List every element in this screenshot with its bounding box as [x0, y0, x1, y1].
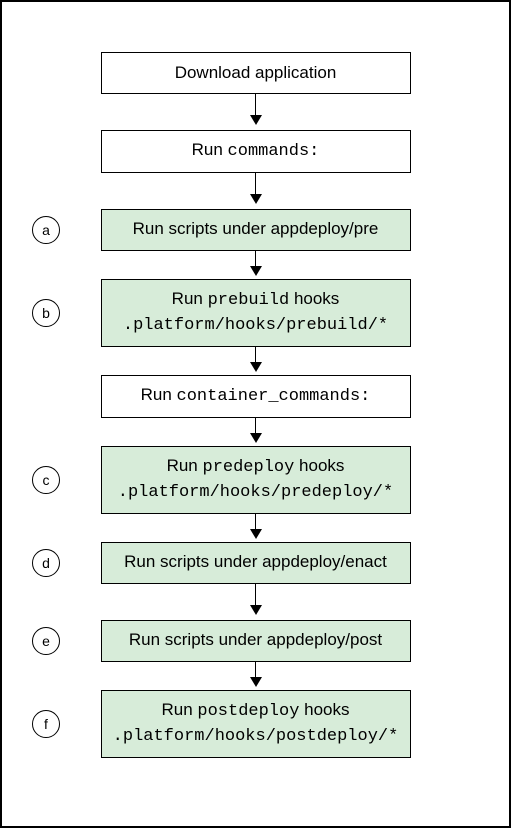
step-text-line: .platform/hooks/prebuild/* [123, 313, 388, 338]
code-text: prebuild [208, 291, 290, 310]
step-box: Run predeploy hooks .platform/hooks/prede… [101, 446, 411, 514]
plain-text: Run scripts under appdeploy/post [129, 630, 382, 649]
step-text-line: Run container_commands: [141, 384, 371, 409]
step-text-line: .platform/hooks/postdeploy/* [113, 724, 399, 749]
step-box: Run container_commands: [101, 375, 411, 418]
step-text-line: Run prebuild hooks [172, 288, 340, 313]
plain-text: Run [172, 289, 208, 308]
flow-row: Run container_commands: [2, 375, 509, 418]
code-text: predeploy [203, 458, 295, 477]
arrow-down-icon [250, 94, 262, 130]
step-text-line: Download application [175, 62, 337, 85]
step-label-circle: c [32, 466, 60, 494]
flow-row: d Run scripts under appdeploy/enact [2, 542, 509, 584]
step-label-circle: f [32, 710, 60, 738]
plain-text: Run scripts under appdeploy/enact [124, 552, 387, 571]
plain-text: Run scripts under appdeploy/pre [133, 219, 379, 238]
step-text-line: Run scripts under appdeploy/enact [124, 551, 387, 574]
step-text-line: .platform/hooks/predeploy/* [118, 480, 393, 505]
flow-row: Download application [2, 52, 509, 94]
arrow-down-icon [250, 418, 262, 446]
step-text-line: Run commands: [192, 139, 320, 164]
code-text: postdeploy [197, 702, 299, 721]
plain-text: Download application [175, 63, 337, 82]
plain-text: hooks [299, 700, 349, 719]
flow-row: Run commands: [2, 130, 509, 173]
step-box: Run scripts under appdeploy/pre [101, 209, 411, 251]
flow-row: c Run predeploy hooks .platform/hooks/pred… [2, 446, 509, 514]
flow-row: b Run prebuild hooks .platform/hooks/prebu… [2, 279, 509, 347]
step-box: Run prebuild hooks .platform/hooks/prebui… [101, 279, 411, 347]
code-text: commands: [228, 142, 320, 161]
step-label-circle: b [32, 299, 60, 327]
step-box: Run scripts under appdeploy/enact [101, 542, 411, 584]
flow-row: e Run scripts under appdeploy/post [2, 620, 509, 662]
code-text: container_commands: [177, 387, 371, 406]
step-text-line: Run postdeploy hooks [161, 699, 349, 724]
plain-text: hooks [289, 289, 339, 308]
diagram-canvas: Download application Run commands: a Run sc… [0, 0, 511, 828]
flow-column: Download application Run commands: a Run sc… [2, 52, 509, 758]
arrow-down-icon [250, 662, 262, 690]
step-label-circle: d [32, 549, 60, 577]
plain-text: hooks [294, 456, 344, 475]
arrow-down-icon [250, 173, 262, 209]
arrow-down-icon [250, 347, 262, 375]
step-box: Run commands: [101, 130, 411, 173]
step-label-circle: a [32, 216, 60, 244]
step-box: Download application [101, 52, 411, 94]
code-text: .platform/hooks/prebuild/* [123, 316, 388, 335]
plain-text: Run [192, 140, 228, 159]
step-label-circle: e [32, 627, 60, 655]
plain-text: Run [161, 700, 197, 719]
arrow-down-icon [250, 251, 262, 279]
step-text-line: Run scripts under appdeploy/pre [133, 218, 379, 241]
plain-text: Run [141, 385, 177, 404]
code-text: .platform/hooks/postdeploy/* [113, 727, 399, 746]
step-box: Run scripts under appdeploy/post [101, 620, 411, 662]
step-box: Run postdeploy hooks .platform/hooks/post… [101, 690, 411, 758]
flow-row: f Run postdeploy hooks .platform/hooks/pos… [2, 690, 509, 758]
arrow-down-icon [250, 514, 262, 542]
flow-row: a Run scripts under appdeploy/pre [2, 209, 509, 251]
code-text: .platform/hooks/predeploy/* [118, 483, 393, 502]
step-text-line: Run scripts under appdeploy/post [129, 629, 382, 652]
step-text-line: Run predeploy hooks [167, 455, 345, 480]
plain-text: Run [167, 456, 203, 475]
arrow-down-icon [250, 584, 262, 620]
